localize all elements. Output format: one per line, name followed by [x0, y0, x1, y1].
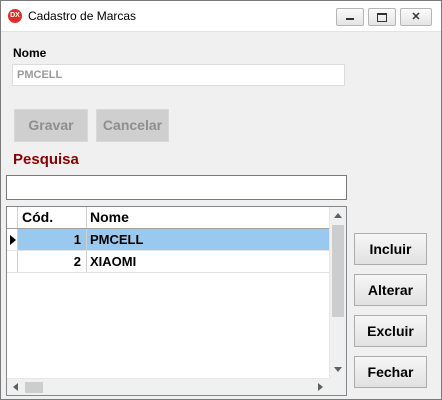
scroll-right-icon[interactable] [318, 383, 323, 391]
incluir-button[interactable]: Incluir [354, 233, 427, 265]
row-indicator [7, 229, 18, 250]
horizontal-scrollbar[interactable] [7, 378, 329, 395]
vertical-scroll-thumb[interactable] [332, 225, 344, 317]
marcas-grid[interactable]: Cód. Nome 1 PMCELL 2 XIAOMI [6, 206, 347, 396]
maximize-icon [377, 13, 387, 22]
grid-header: Cód. Nome [7, 207, 329, 229]
horizontal-scroll-thumb[interactable] [25, 382, 43, 393]
gravar-button[interactable]: Gravar [14, 109, 88, 142]
pesquisa-input[interactable] [6, 175, 347, 200]
vertical-scrollbar[interactable] [329, 207, 346, 378]
cell-nome[interactable]: XIAOMI [87, 251, 329, 272]
table-row[interactable]: 1 PMCELL [7, 229, 329, 251]
title-bar[interactable]: DX Cadastro de Marcas ✕ [1, 1, 441, 32]
scroll-down-icon[interactable] [334, 367, 342, 372]
row-indicator [7, 251, 18, 272]
cancelar-button[interactable]: Cancelar [96, 109, 169, 142]
indicator-header [7, 207, 18, 228]
alterar-button[interactable]: Alterar [354, 274, 427, 306]
cell-nome[interactable]: PMCELL [87, 229, 329, 250]
nome-input[interactable]: PMCELL [12, 64, 345, 86]
cell-cod[interactable]: 1 [18, 229, 87, 250]
scroll-up-icon[interactable] [334, 213, 342, 218]
scroll-corner [329, 378, 346, 395]
column-header-nome[interactable]: Nome [87, 207, 329, 228]
current-row-pointer-icon [10, 235, 16, 245]
excluir-button[interactable]: Excluir [354, 315, 427, 347]
app-icon: DX [8, 9, 22, 23]
minimize-icon [346, 18, 354, 20]
cadastro-window: DX Cadastro de Marcas ✕ Nome PMCELL Grav… [0, 0, 442, 400]
scroll-left-icon[interactable] [13, 383, 18, 391]
fechar-button[interactable]: Fechar [354, 356, 427, 388]
cell-cod[interactable]: 2 [18, 251, 87, 272]
close-icon: ✕ [411, 11, 421, 23]
table-row[interactable]: 2 XIAOMI [7, 251, 329, 273]
pesquisa-label: Pesquisa [13, 151, 79, 168]
close-button[interactable]: ✕ [400, 8, 432, 26]
window-title: Cadastro de Marcas [28, 9, 137, 23]
minimize-button[interactable] [336, 8, 364, 26]
maximize-button[interactable] [368, 8, 396, 26]
nome-label: Nome [13, 46, 47, 60]
column-header-cod[interactable]: Cód. [18, 207, 87, 228]
